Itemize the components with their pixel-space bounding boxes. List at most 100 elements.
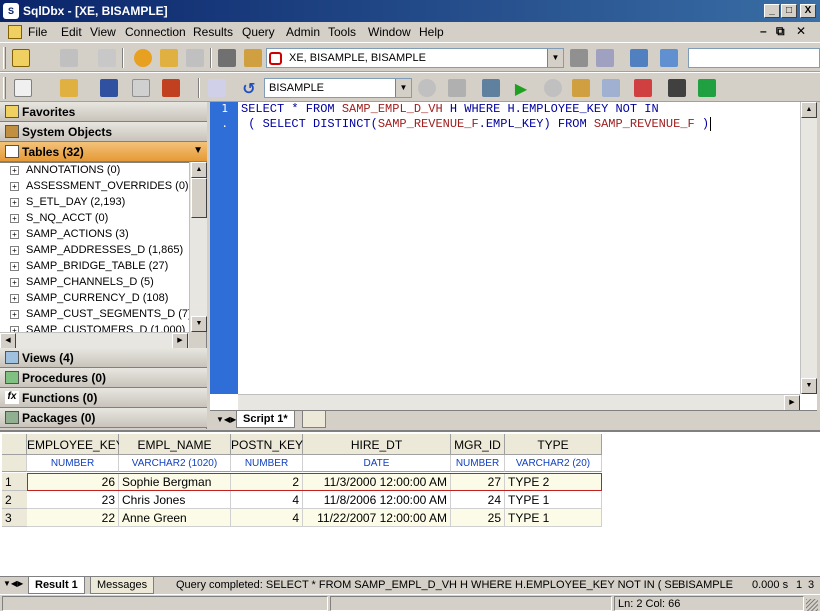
grid-cell[interactable]: 22 xyxy=(27,509,119,527)
mdi-close-button[interactable]: ✕ xyxy=(796,24,806,38)
settings-icon[interactable] xyxy=(418,79,436,97)
column-header[interactable]: EMPL_NAME xyxy=(119,434,231,455)
grid-cell[interactable]: Chris Jones xyxy=(119,491,231,509)
expand-icon[interactable]: + xyxy=(10,166,19,175)
close-script-icon[interactable] xyxy=(132,79,150,97)
grid-cell[interactable]: 11/8/2006 12:00:00 AM xyxy=(303,491,451,509)
refresh-icon[interactable] xyxy=(630,49,648,67)
copy-icon[interactable] xyxy=(60,49,78,67)
scroll-down-button[interactable]: ▼ xyxy=(191,316,207,332)
new-script-icon[interactable] xyxy=(14,79,32,97)
row-number[interactable]: 2 xyxy=(2,491,27,509)
stop-icon[interactable] xyxy=(544,79,562,97)
code-line-1[interactable]: SELECT * FROM SAMP_EMPL_D_VH H WHERE H.E… xyxy=(241,102,659,116)
resize-grip-icon[interactable] xyxy=(806,599,818,611)
tools-icon[interactable] xyxy=(570,49,588,67)
views-header[interactable]: Views (4) xyxy=(0,348,207,368)
menu-window[interactable]: Window xyxy=(368,25,411,39)
expand-icon[interactable]: + xyxy=(10,198,19,207)
clear-icon[interactable] xyxy=(162,79,180,97)
save-icon[interactable] xyxy=(100,79,118,97)
functions-header[interactable]: fx Functions (0) xyxy=(0,388,207,408)
row-number[interactable]: 3 xyxy=(2,509,27,527)
sync-icon[interactable] xyxy=(660,49,678,67)
database-icon[interactable] xyxy=(134,49,152,67)
grid-cell[interactable]: 26 xyxy=(27,473,119,491)
grid-cell[interactable]: TYPE 1 xyxy=(505,491,602,509)
grid-cell[interactable]: 23 xyxy=(27,491,119,509)
expand-icon[interactable]: + xyxy=(10,214,19,223)
editor-hscrollbar[interactable]: ▶ xyxy=(238,394,800,411)
grid-cell[interactable]: 25 xyxy=(451,509,505,527)
grid-cell[interactable]: 11/3/2000 12:00:00 AM xyxy=(303,473,451,491)
tables-header[interactable]: Tables (32) ▼ xyxy=(0,142,207,162)
menu-edit[interactable]: Edit xyxy=(61,25,82,39)
grid-cell[interactable]: 4 xyxy=(231,509,303,527)
format-icon[interactable] xyxy=(448,79,466,97)
chevron-down-icon[interactable]: ▼ xyxy=(395,79,411,97)
grid-cell[interactable]: 4 xyxy=(231,491,303,509)
chart-icon[interactable] xyxy=(634,79,652,97)
chevron-down-icon[interactable]: ▼ xyxy=(547,49,563,67)
search-input[interactable] xyxy=(688,48,820,68)
packages-header[interactable]: Packages (0) xyxy=(0,408,207,428)
minimize-button[interactable]: _ xyxy=(764,4,780,18)
toolbar-grip[interactable] xyxy=(3,77,6,99)
system-objects-header[interactable]: System Objects xyxy=(0,122,207,142)
menu-query[interactable]: Query xyxy=(242,25,275,39)
grid-cell[interactable]: Sophie Bergman xyxy=(119,473,231,491)
connection-select[interactable]: XE, BISAMPLE, BISAMPLE ▼ xyxy=(266,48,564,68)
column-header[interactable]: TYPE xyxy=(505,434,602,455)
close-button[interactable]: X xyxy=(800,4,816,18)
scroll-right-button[interactable]: ▶ xyxy=(784,395,800,411)
expand-icon[interactable]: + xyxy=(10,310,19,319)
column-header[interactable]: HIRE_DT xyxy=(303,434,451,455)
new-connection-icon[interactable] xyxy=(12,49,30,67)
grid-cell[interactable]: TYPE 1 xyxy=(505,509,602,527)
new-tab-icon[interactable] xyxy=(302,411,326,428)
scroll-down-button[interactable]: ▼ xyxy=(801,378,817,394)
excel-icon[interactable] xyxy=(698,79,716,97)
expand-icon[interactable]: + xyxy=(10,246,19,255)
tables-scrollbar[interactable]: ▲ ▼ xyxy=(189,162,207,332)
find-icon[interactable] xyxy=(208,79,226,97)
tables-hscrollbar[interactable]: ◀ ▶ xyxy=(0,332,189,349)
copy-results-icon[interactable] xyxy=(602,79,620,97)
expand-icon[interactable]: + xyxy=(10,278,19,287)
expand-icon[interactable]: + xyxy=(10,182,19,191)
tab-script-1[interactable]: Script 1* xyxy=(236,411,295,428)
filter-icon[interactable]: ▼ xyxy=(193,145,203,156)
grid-cell[interactable]: 27 xyxy=(451,473,505,491)
grid-cell[interactable]: Anne Green xyxy=(119,509,231,527)
export-icon[interactable] xyxy=(572,79,590,97)
restore-button[interactable]: □ xyxy=(781,4,797,18)
execute-icon[interactable]: ▶ xyxy=(512,79,530,98)
scroll-up-button[interactable]: ▲ xyxy=(801,102,817,118)
menu-view[interactable]: View xyxy=(90,25,116,39)
tab-scroll-icon[interactable]: ▼◀▶ xyxy=(3,579,23,588)
grid-cell[interactable]: 2 xyxy=(231,473,303,491)
commit-icon[interactable] xyxy=(160,49,178,67)
procedures-header[interactable]: Procedures (0) xyxy=(0,368,207,388)
tab-result-1[interactable]: Result 1 xyxy=(28,577,85,594)
list-icon[interactable] xyxy=(482,79,500,97)
rollback-icon[interactable] xyxy=(186,49,204,67)
expand-icon[interactable]: + xyxy=(10,294,19,303)
mdi-restore-button[interactable]: ⧉ xyxy=(776,24,785,39)
scroll-thumb[interactable] xyxy=(191,178,207,218)
menu-results[interactable]: Results xyxy=(193,25,233,39)
scroll-up-button[interactable]: ▲ xyxy=(191,162,207,178)
column-header[interactable]: MGR_ID xyxy=(451,434,505,455)
menu-connection[interactable]: Connection xyxy=(125,25,186,39)
tab-messages[interactable]: Messages xyxy=(90,577,155,594)
open-icon[interactable] xyxy=(244,49,262,67)
menu-tools[interactable]: Tools xyxy=(328,25,356,39)
reload-icon[interactable]: ↺ xyxy=(240,79,258,98)
schema-select[interactable]: BISAMPLE ▼ xyxy=(264,78,412,98)
toolbar-grip[interactable] xyxy=(3,47,6,69)
menu-admin[interactable]: Admin xyxy=(286,25,320,39)
favorites-header[interactable]: Favorites xyxy=(0,102,207,122)
expand-icon[interactable]: + xyxy=(10,230,19,239)
menu-help[interactable]: Help xyxy=(419,25,444,39)
grid-cell[interactable]: TYPE 2 xyxy=(505,473,602,491)
